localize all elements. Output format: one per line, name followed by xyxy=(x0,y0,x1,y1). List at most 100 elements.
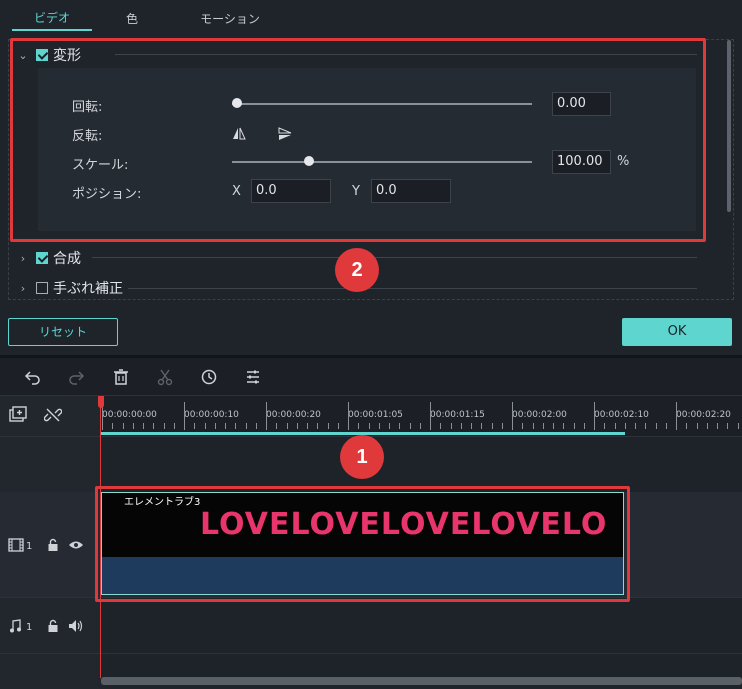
ruler-tick xyxy=(225,423,226,429)
ruler-tick xyxy=(635,423,636,429)
property-tabs: ビデオ 色 モーション xyxy=(0,0,742,31)
tick-label: 00:00:00:20 xyxy=(266,410,321,420)
tab-video[interactable]: ビデオ xyxy=(12,0,92,31)
ruler-tick xyxy=(624,423,626,429)
tick-label: 00:00:00:00 xyxy=(102,410,157,420)
ruler-tick xyxy=(389,423,390,429)
audio-lane xyxy=(101,598,742,653)
video-track-icon xyxy=(8,538,24,556)
delete-icon[interactable] xyxy=(111,368,131,388)
badge-two: 2 xyxy=(335,248,379,292)
video-track-number: 1 xyxy=(26,541,33,552)
clock-icon[interactable] xyxy=(199,368,219,388)
ruler-tick xyxy=(553,423,554,429)
tick-label: 00:00:02:00 xyxy=(512,410,567,420)
ruler-tick xyxy=(255,423,257,429)
ruler-tick xyxy=(532,423,534,429)
tick-label: 00:00:02:20 xyxy=(676,410,731,420)
ruler-tick xyxy=(327,423,329,429)
chevron-right-icon[interactable]: › xyxy=(16,252,30,265)
ruler-tick xyxy=(184,402,185,430)
section-divider xyxy=(92,257,697,258)
ruler-tick xyxy=(645,423,647,429)
playhead[interactable] xyxy=(100,396,101,678)
ruler-tick xyxy=(655,423,657,429)
ruler-tick xyxy=(696,423,698,429)
ruler-tick xyxy=(440,423,442,429)
unlink-icon[interactable] xyxy=(43,406,63,428)
ruler-tick xyxy=(717,423,718,429)
ruler-tick xyxy=(358,423,360,429)
ruler-tick xyxy=(235,423,237,429)
adjust-icon[interactable] xyxy=(243,368,263,388)
ruler-tick xyxy=(245,423,247,429)
tick-label: 00:00:01:05 xyxy=(348,410,403,420)
ruler-tick xyxy=(307,423,308,429)
ruler-tick xyxy=(686,423,688,429)
section-composite[interactable]: › 合成 xyxy=(16,248,81,268)
ruler-tick xyxy=(594,402,595,430)
music-note-icon xyxy=(9,619,21,637)
ruler-tick xyxy=(419,423,421,429)
ruler-tick xyxy=(296,423,298,429)
badge-one: 1 xyxy=(340,435,384,479)
composite-checkbox[interactable] xyxy=(36,252,48,264)
transform-highlight xyxy=(10,38,706,242)
ruler-tick xyxy=(491,423,493,429)
redo-icon[interactable] xyxy=(66,368,86,388)
ruler-tick xyxy=(378,423,380,429)
empty-lane xyxy=(101,437,742,492)
clip-highlight xyxy=(95,486,630,602)
empty-track-header xyxy=(0,437,100,492)
ruler-tick xyxy=(614,423,616,429)
lane-footer xyxy=(101,654,742,677)
tick-label: 00:00:01:15 xyxy=(430,410,485,420)
ruler-tick xyxy=(122,423,124,429)
timeline-scrollbar[interactable] xyxy=(101,677,742,685)
audio-track-number: 1 xyxy=(26,622,33,633)
stabilize-checkbox[interactable] xyxy=(36,282,48,294)
lock-icon[interactable] xyxy=(46,538,60,556)
cut-icon[interactable] xyxy=(155,368,175,388)
ruler-tick xyxy=(143,423,144,429)
ruler-tick xyxy=(583,423,585,429)
ruler-tick xyxy=(153,423,155,429)
chevron-right-icon[interactable]: › xyxy=(16,282,30,295)
ruler-tick xyxy=(573,423,575,429)
ruler-tick xyxy=(460,423,462,429)
ruler-tick xyxy=(450,423,452,429)
ruler-tick xyxy=(542,423,544,429)
lane-separator xyxy=(0,653,742,654)
tick-label: 00:00:02:10 xyxy=(594,410,649,420)
ruler-tick xyxy=(512,402,513,430)
ruler-tick xyxy=(676,402,677,430)
section-composite-label: 合成 xyxy=(53,251,81,267)
ruler-tick xyxy=(266,402,267,430)
eye-icon[interactable] xyxy=(68,538,84,556)
ok-button[interactable]: OK xyxy=(622,318,732,346)
ruler-tick xyxy=(286,423,288,429)
lock-icon[interactable] xyxy=(46,619,60,637)
tick-label: 00:00:00:10 xyxy=(184,410,239,420)
undo-icon[interactable] xyxy=(23,368,43,388)
ruler-tick xyxy=(276,423,278,429)
ruler-tick xyxy=(430,402,431,430)
ruler-tick xyxy=(522,423,524,429)
ruler-tick xyxy=(409,423,411,429)
ruler-tick xyxy=(604,423,606,429)
ruler-tick xyxy=(727,423,729,429)
ruler-tick xyxy=(163,423,165,429)
add-track-icon[interactable] xyxy=(8,406,28,428)
tab-color[interactable]: 色 xyxy=(92,0,172,31)
panel-scrollbar[interactable] xyxy=(727,40,731,212)
track-header-footer xyxy=(0,654,100,689)
ruler-tick xyxy=(112,423,114,429)
section-stabilize[interactable]: › 手ぶれ補正 xyxy=(16,278,123,298)
ruler-tick xyxy=(737,423,739,429)
speaker-icon[interactable] xyxy=(68,619,84,637)
reset-button[interactable]: リセット xyxy=(8,318,118,346)
ruler-tick xyxy=(563,423,565,429)
tab-motion[interactable]: モーション xyxy=(190,0,270,31)
section-divider xyxy=(128,288,697,289)
playhead-handle[interactable] xyxy=(98,396,104,408)
